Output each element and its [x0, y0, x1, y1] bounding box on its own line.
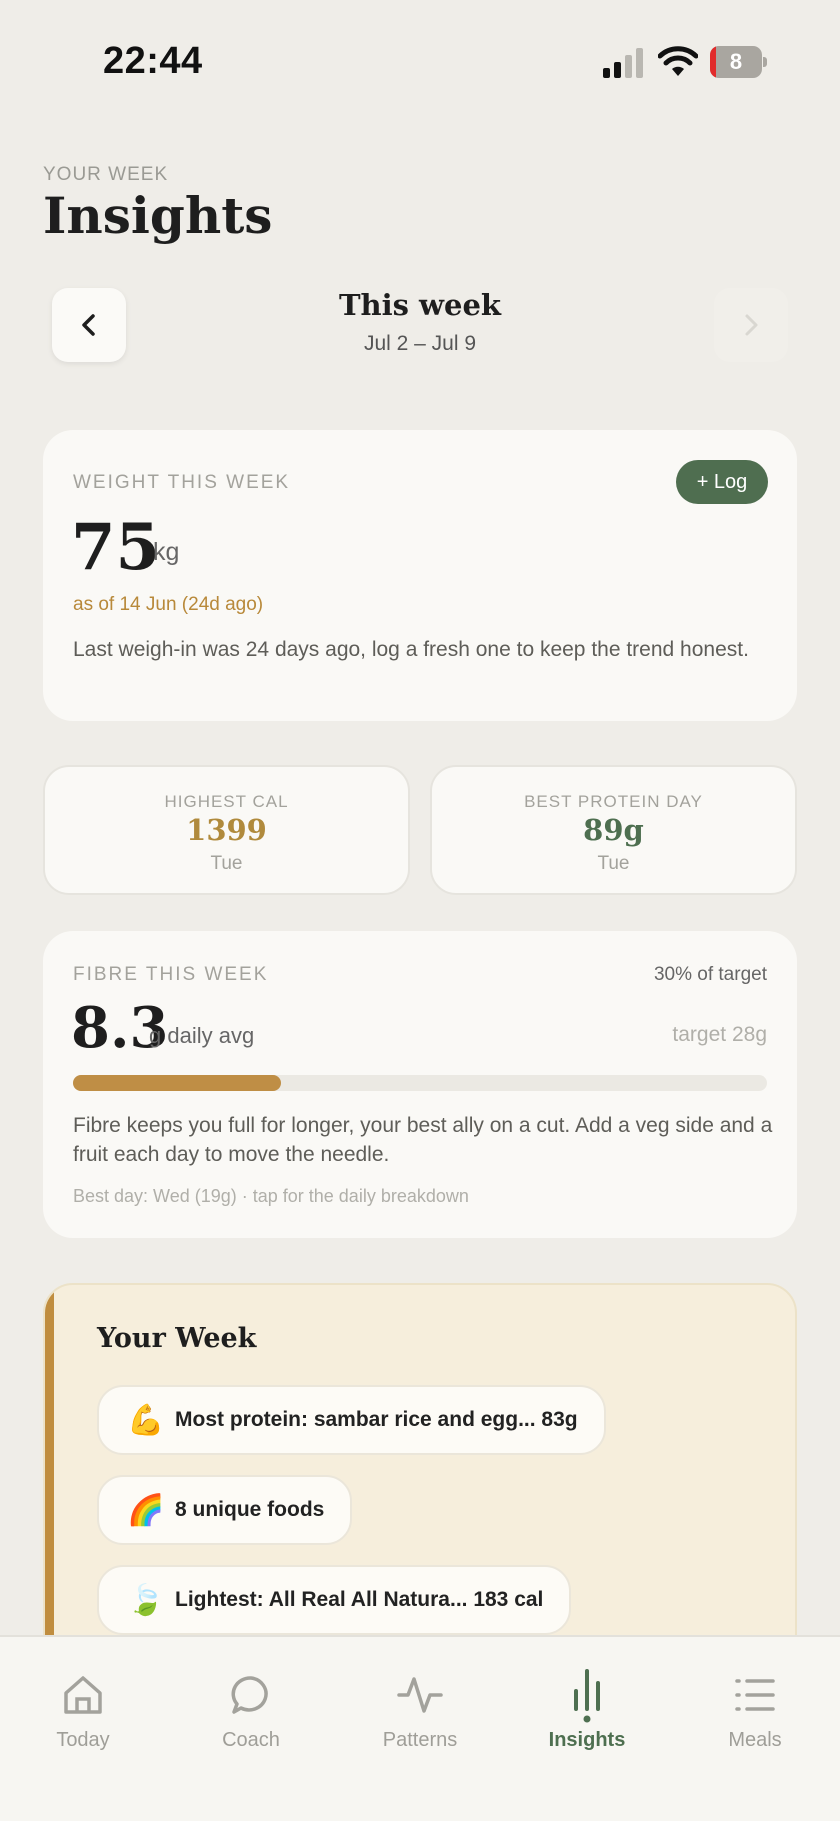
status-time: 22:44	[103, 40, 203, 82]
weight-as-of: as of 14 Jun (24d ago)	[73, 594, 264, 615]
highest-cal-label: HIGHEST CAL	[164, 792, 289, 811]
fibre-best-day[interactable]: Best day: Wed (19g) · tap for the daily …	[73, 1186, 469, 1207]
fibre-note: Fibre keeps you full for longer, your be…	[73, 1114, 773, 1166]
best-protein-label: BEST PROTEIN DAY	[524, 792, 703, 811]
tab-label: Meals	[728, 1729, 782, 1751]
best-protein-day: Tue	[597, 853, 630, 874]
pulse-icon	[397, 1677, 443, 1713]
bar-chart-icon	[574, 1669, 600, 1723]
tab-label: Today	[56, 1729, 110, 1751]
fibre-label: FIBRE THIS WEEK	[73, 964, 269, 985]
chevron-right-icon	[745, 314, 758, 336]
status-bar: 22:44 8	[0, 0, 840, 124]
flexed-biceps-icon: 💪	[127, 1403, 165, 1437]
tab-label: Insights	[548, 1729, 626, 1751]
wifi-icon	[657, 46, 699, 78]
highest-cal-card[interactable]: HIGHEST CAL 1399 Tue	[43, 765, 410, 895]
weight-label: WEIGHT THIS WEEK	[73, 472, 291, 493]
battery-level: 8	[729, 49, 743, 74]
chat-bubble-icon	[231, 1676, 268, 1714]
fibre-progress-fill	[73, 1075, 282, 1091]
page-title: Insights	[43, 186, 273, 245]
tab-label: Patterns	[382, 1729, 458, 1751]
tab-insights[interactable]: Insights	[517, 1669, 657, 1752]
highlight-text: Lightest: All Real All Natura... 183 cal	[175, 1588, 544, 1611]
tab-label: Coach	[222, 1729, 280, 1751]
weight-unit: kg	[153, 538, 180, 566]
list-icon	[735, 1679, 775, 1711]
weight-card: WEIGHT THIS WEEK + Log 75 kg as of 14 Ju…	[43, 430, 797, 721]
log-weight-button[interactable]: + Log	[676, 460, 768, 504]
best-protein-value: 89g	[583, 813, 644, 847]
highlight-pill[interactable]: 🍃 Lightest: All Real All Natura... 183 c…	[97, 1565, 572, 1635]
cellular-signal-icon	[603, 48, 645, 78]
page-eyebrow: YOUR WEEK	[43, 164, 169, 185]
highlight-pill[interactable]: 💪 Most protein: sambar rice and egg... 8…	[97, 1385, 606, 1455]
leaf-icon: 🍃	[127, 1583, 165, 1617]
best-protein-card[interactable]: BEST PROTEIN DAY 89g Tue	[430, 765, 797, 895]
tab-coach[interactable]: Coach	[181, 1669, 321, 1752]
highest-cal-value: 1399	[186, 813, 267, 847]
weight-note: Last weigh-in was 24 days ago, log a fre…	[73, 638, 749, 661]
battery-icon: 8	[710, 46, 767, 78]
tab-today[interactable]: Today	[13, 1669, 153, 1752]
week-navigator: This week Jul 2 – Jul 9	[52, 288, 788, 364]
bottom-tab-bar: Today Coach Patterns Insights Meals	[0, 1635, 840, 1821]
highlight-pill[interactable]: 🌈 8 unique foods	[97, 1475, 353, 1545]
highlight-text: Most protein: sambar rice and egg... 83g	[175, 1408, 578, 1431]
week-range: Jul 2 – Jul 9	[363, 332, 477, 355]
fibre-unit: g daily avg	[149, 1023, 255, 1048]
home-icon	[64, 1676, 102, 1714]
tab-patterns[interactable]: Patterns	[350, 1669, 490, 1752]
rainbow-icon: 🌈	[127, 1493, 165, 1527]
fibre-target: target 28g	[672, 1023, 767, 1046]
tab-meals[interactable]: Meals	[685, 1669, 825, 1752]
fibre-progress-bar	[73, 1075, 767, 1091]
your-week-heading: Your Week	[97, 1323, 257, 1354]
fibre-percent: 30% of target	[653, 964, 767, 985]
highest-cal-day: Tue	[210, 853, 243, 874]
next-week-button[interactable]	[714, 288, 788, 362]
highlight-text: 8 unique foods	[175, 1498, 325, 1521]
fibre-card[interactable]: FIBRE THIS WEEK 30% of target 8.3 g dail…	[43, 931, 797, 1238]
weight-value: 75	[71, 510, 161, 585]
week-title: This week	[338, 288, 502, 322]
